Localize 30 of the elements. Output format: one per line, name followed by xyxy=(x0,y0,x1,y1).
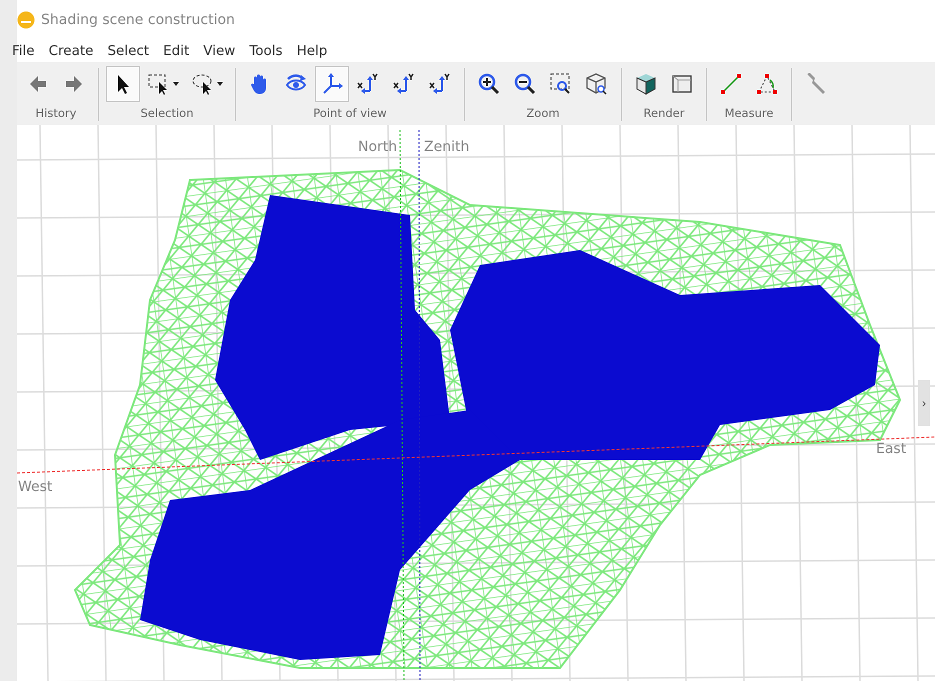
group-label: Measure xyxy=(724,106,774,120)
viewport-canvas[interactable]: North Zenith West East › xyxy=(17,125,935,681)
group-label: Point of view xyxy=(313,106,387,120)
zoom-in-icon xyxy=(477,72,501,96)
axis-label: West xyxy=(18,479,52,495)
menu-item[interactable]: Help xyxy=(296,43,328,59)
group-label: Zoom xyxy=(526,106,560,120)
menu-item[interactable]: Select xyxy=(106,43,150,59)
axis-label: North xyxy=(358,139,398,155)
menu-item[interactable]: View xyxy=(202,43,236,59)
solid-cube-icon xyxy=(634,72,658,96)
axis-label: Zenith xyxy=(424,139,470,155)
distance-icon xyxy=(719,72,743,96)
toolbar-button[interactable] xyxy=(106,66,140,102)
angle-icon xyxy=(755,72,779,96)
axis-label: East xyxy=(876,441,906,457)
menu-item[interactable]: Tools xyxy=(248,43,284,59)
menu-item[interactable]: Edit xyxy=(162,43,190,59)
menu-item[interactable]: File xyxy=(11,43,36,59)
side-panel-handle[interactable]: › xyxy=(918,380,930,426)
group-label: History xyxy=(36,106,76,120)
xz-axes-icon xyxy=(392,72,416,96)
window-title: Shading scene construction xyxy=(41,12,235,28)
group-label: Render xyxy=(644,106,684,120)
menu-item[interactable]: Create xyxy=(48,43,94,59)
cube-zoom-icon xyxy=(585,72,609,96)
zoom-out-icon xyxy=(513,72,537,96)
xy-axes-icon xyxy=(356,72,380,96)
zy-axes-icon xyxy=(428,72,452,96)
group-label: Selection xyxy=(140,106,194,120)
